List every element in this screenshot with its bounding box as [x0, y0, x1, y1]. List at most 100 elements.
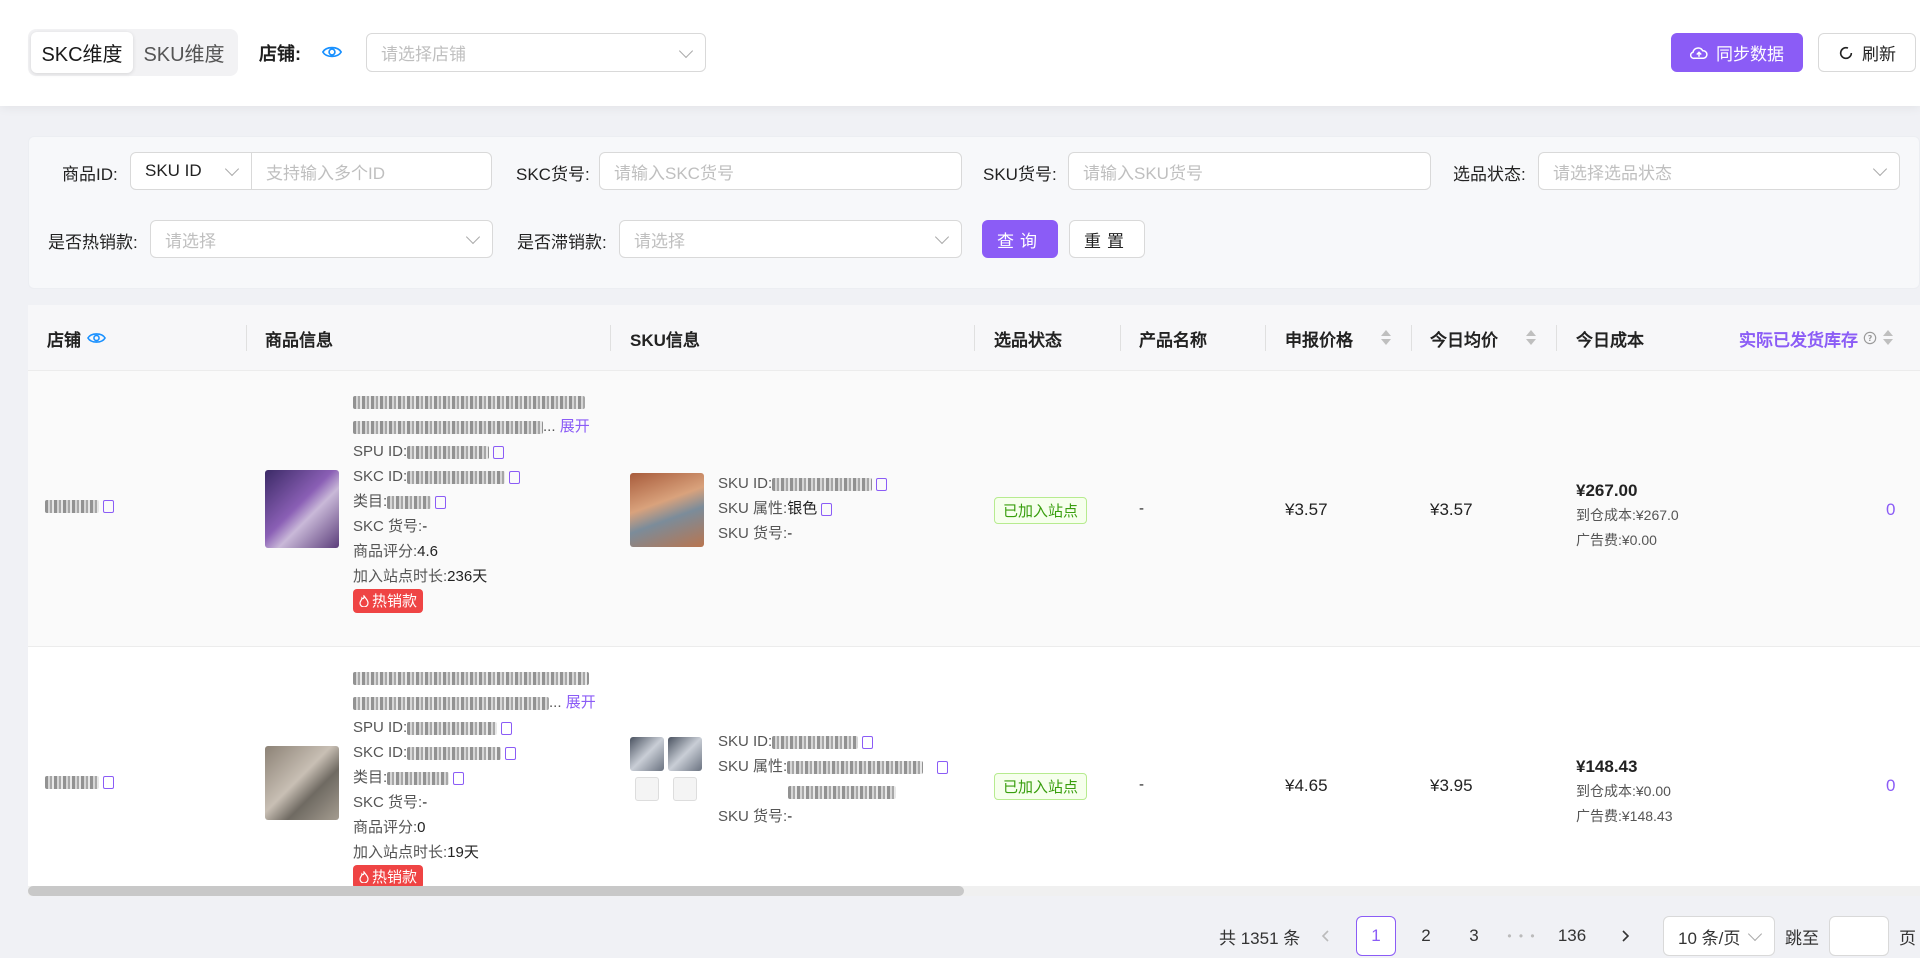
expand-link[interactable]: 展开 — [560, 418, 590, 435]
page-136[interactable]: 136 — [1552, 916, 1592, 956]
copy-icon[interactable] — [103, 775, 114, 789]
expand-link[interactable]: 展开 — [566, 694, 596, 711]
sort-icon[interactable] — [1381, 330, 1391, 346]
column-divider — [1556, 325, 1557, 351]
sku-image[interactable] — [630, 473, 704, 547]
skc-code-value: - — [422, 794, 428, 811]
page-size-select[interactable]: 10 条/页 — [1663, 916, 1775, 956]
duration-value: 236天 — [447, 568, 488, 585]
sync-data-label: 同步数据 — [1716, 45, 1784, 64]
sku-code-input[interactable]: 请输入SKU货号 — [1068, 152, 1431, 190]
next-page-button[interactable] — [1612, 916, 1638, 956]
category-label: 类目: — [353, 769, 388, 786]
refresh-icon — [1839, 46, 1853, 59]
sku-attr-label: SKU 属性: — [718, 758, 788, 775]
copy-icon[interactable] — [821, 502, 833, 516]
product-image[interactable] — [265, 470, 339, 548]
copy-icon[interactable] — [453, 771, 465, 785]
sku-code-placeholder: 请输入SKU货号 — [1083, 163, 1203, 183]
sort-icon[interactable] — [1526, 330, 1536, 346]
sync-data-button[interactable]: 同步数据 — [1671, 33, 1803, 72]
page-3[interactable]: 3 — [1454, 916, 1494, 956]
column-divider — [1411, 325, 1412, 351]
refresh-button[interactable]: 刷新 — [1818, 33, 1916, 72]
reset-button[interactable]: 重置 — [1069, 220, 1145, 258]
product-table: 店铺 商品信息 SKU信息 选品状态 产品名称 申报价格 今日均价 今日成本 实… — [28, 305, 1920, 890]
product-image[interactable] — [265, 746, 339, 820]
col-shipped-stock[interactable]: 实际已发货库存 ? — [1739, 305, 1893, 371]
prev-page-button[interactable] — [1313, 916, 1339, 956]
product-id-type-select[interactable]: SKU ID — [130, 152, 252, 190]
skc-code-label: SKC 货号: — [353, 794, 423, 811]
copy-icon[interactable] — [505, 746, 517, 760]
page-1[interactable]: 1 — [1356, 916, 1396, 956]
skc-code-label: SKC货号: — [516, 165, 590, 184]
sku-info: SKU ID: SKU 属性:银色 SKU 货号:- — [718, 471, 888, 546]
declared-price: ¥4.65 — [1285, 776, 1328, 795]
copy-icon[interactable] — [876, 477, 888, 491]
page-ellipsis[interactable]: • • • — [1502, 916, 1542, 956]
copy-icon[interactable] — [862, 735, 874, 749]
top-toolbar: SKC维度 SKU维度 店铺: 请选择店铺 同步数据 刷新 — [0, 0, 1920, 106]
help-icon[interactable]: ? — [1863, 331, 1877, 345]
col-selection-status: 选品状态 — [994, 330, 1062, 350]
sku-info: SKU ID: SKU 属性: SKU 货号:- — [718, 729, 949, 829]
store-select[interactable]: 请选择店铺 — [366, 33, 706, 72]
page-2[interactable]: 2 — [1406, 916, 1446, 956]
rating-value: 0 — [417, 819, 426, 836]
copy-icon[interactable] — [435, 495, 447, 509]
copy-icon[interactable] — [103, 499, 114, 513]
sku-id-label: SKU ID: — [718, 475, 773, 492]
sku-image[interactable] — [668, 737, 702, 771]
slow-item-label: 是否滞销款: — [517, 233, 607, 252]
hot-item-select[interactable]: 请选择 — [150, 220, 493, 258]
copy-icon[interactable] — [509, 470, 521, 484]
horizontal-scrollbar[interactable] — [28, 886, 1920, 896]
query-button[interactable]: 查询 — [982, 220, 1058, 258]
sku-code-label: SKU 货号: — [718, 808, 788, 825]
selection-status-select[interactable]: 请选择选品状态 — [1538, 152, 1900, 190]
sku-image[interactable] — [630, 737, 664, 771]
product-info: ... 展开 SPU ID: SKC ID: 类目: SKC 货号:- 商品评分… — [353, 665, 596, 890]
declared-price: ¥3.57 — [1285, 500, 1328, 519]
sku-id-label: SKU ID: — [718, 733, 773, 750]
col-declared-price[interactable]: 申报价格 — [1285, 305, 1391, 371]
page-suffix: 页 — [1899, 928, 1916, 948]
table-row: ... 展开 SPU ID: SKC ID: 类目: SKC 货号:- 商品评分… — [28, 647, 1920, 890]
skc-code-input[interactable]: 请输入SKC货号 — [599, 152, 962, 190]
scrollbar-thumb[interactable] — [28, 886, 964, 896]
sku-image-placeholder — [673, 777, 697, 801]
sort-icon[interactable] — [1883, 330, 1893, 346]
cost-ads: 广告费:¥0.00 — [1576, 532, 1657, 548]
copy-icon[interactable] — [937, 760, 949, 774]
eye-icon[interactable] — [322, 42, 342, 62]
store-name — [45, 773, 114, 790]
sku-attr-value: 银色 — [787, 500, 818, 517]
flame-icon — [359, 595, 369, 607]
skc-id-label: SKC ID: — [353, 744, 408, 761]
tab-sku-dimension[interactable]: SKU维度 — [133, 32, 235, 73]
shipped-stock[interactable]: 0 — [1886, 776, 1895, 796]
spu-id-label: SPU ID: — [353, 719, 408, 736]
status-badge: 已加入站点 — [994, 497, 1088, 524]
eye-icon[interactable] — [87, 331, 106, 345]
copy-icon[interactable] — [501, 721, 513, 735]
product-id-input[interactable]: 支持输入多个ID — [251, 152, 492, 190]
copy-icon[interactable] — [493, 445, 505, 459]
slow-item-select[interactable]: 请选择 — [619, 220, 962, 258]
duration-label: 加入站点时长: — [353, 568, 448, 585]
hot-item-label: 是否热销款: — [48, 233, 138, 252]
sku-code-value: - — [787, 808, 793, 825]
product-id-type-value: SKU ID — [145, 161, 202, 180]
col-today-avg[interactable]: 今日均价 — [1430, 305, 1536, 371]
today-cost: ¥267.00 到仓成本:¥267.0 广告费:¥0.00 — [1576, 478, 1726, 553]
today-cost: ¥148.43 到仓成本:¥0.00 广告费:¥148.43 — [1576, 754, 1726, 829]
slow-item-placeholder: 请选择 — [634, 231, 685, 251]
jump-page-input[interactable] — [1829, 916, 1889, 956]
shipped-stock[interactable]: 0 — [1886, 500, 1895, 520]
col-product-info: 商品信息 — [265, 330, 333, 350]
selection-status-placeholder: 请选择选品状态 — [1553, 163, 1672, 183]
tab-skc-dimension[interactable]: SKC维度 — [31, 32, 133, 73]
dimension-toggle: SKC维度 SKU维度 — [28, 29, 238, 76]
hot-item-badge-label: 热销款 — [372, 592, 418, 610]
